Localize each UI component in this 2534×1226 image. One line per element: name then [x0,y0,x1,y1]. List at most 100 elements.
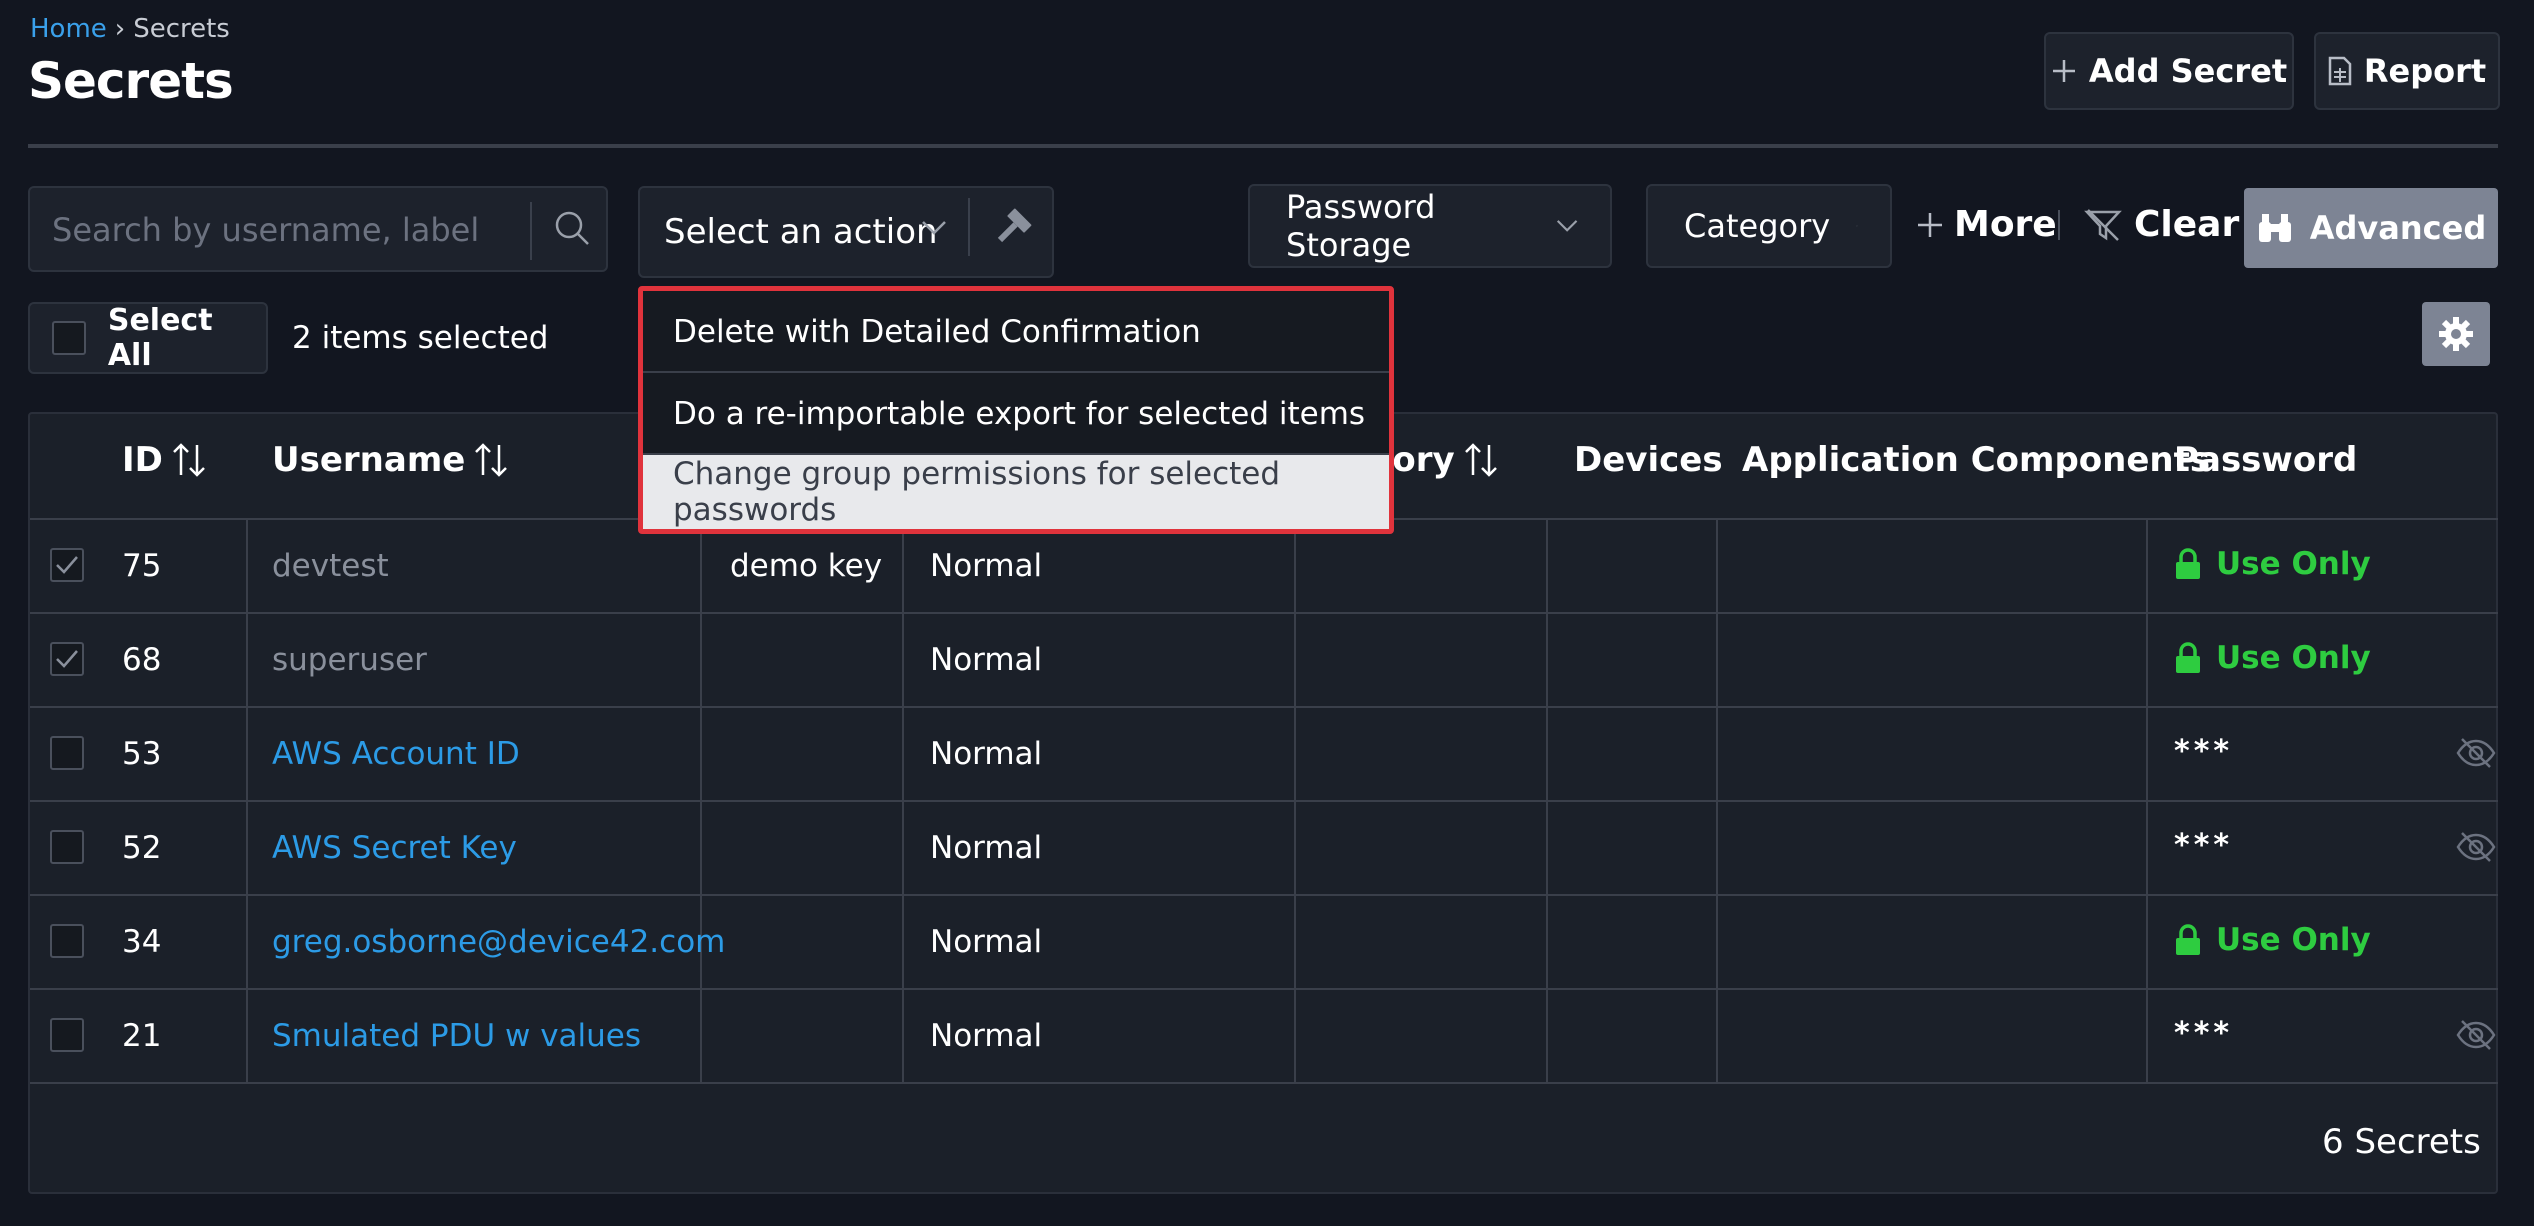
password-masked: *** [2174,828,2234,863]
advanced-search-button[interactable]: Advanced [2244,188,2498,268]
checkmark-icon [56,650,78,668]
column-header-devices: Devices [1574,440,1723,480]
row-checkbox[interactable] [50,830,84,864]
cell-id: 34 [122,924,162,960]
column-header-id[interactable]: ID [122,440,207,480]
report-label: Report [2363,52,2487,90]
clear-label: Clear [2134,204,2240,245]
sort-icon [475,443,508,477]
cell-username: superuser [272,642,427,678]
breadcrumb-home-link[interactable]: Home [30,14,107,44]
row-checkbox[interactable] [50,548,84,582]
eye-slash-icon[interactable] [2456,830,2496,864]
select-all-toggle[interactable]: Select All [28,302,268,374]
breadcrumb-separator: › [114,14,126,44]
cell-storage: Normal [930,830,1043,866]
menu-item-change-group-permissions[interactable]: Change group permissions for selected pa… [643,455,1389,529]
action-dropdown-menu: Delete with Detailed Confirmation Do a r… [638,286,1394,534]
cell-username-link[interactable]: greg.osborne@device42.com [272,924,725,960]
row-checkbox[interactable] [50,736,84,770]
lock-icon [2176,642,2200,673]
more-label: More [1954,204,2057,245]
breadcrumb: Home › Secrets [30,14,230,44]
action-select-label: Select an action [664,212,938,252]
category-filter[interactable]: Category [1646,184,1892,268]
total-count: 6 Secrets [2322,1122,2481,1162]
cell-username-link[interactable]: Smulated PDU w values [272,1018,641,1054]
sort-icon [1464,443,1497,477]
table-bottom-border [30,1082,2498,1084]
lock-icon [2176,548,2200,579]
report-button[interactable]: Report [2314,32,2500,110]
cell-id: 68 [122,642,162,678]
row-checkbox[interactable] [50,924,84,958]
password-use-only: Use Only [2174,922,2371,958]
cell-storage: Normal [930,736,1043,772]
select-all-label: Select All [107,303,213,373]
chevron-down-icon [922,221,946,235]
more-clear-separator [2058,210,2060,240]
checkmark-icon [56,556,78,574]
chevron-down-icon [1556,220,1578,232]
search-input[interactable] [52,206,522,254]
search-separator [530,202,532,260]
sort-icon [172,443,205,477]
select-all-checkbox[interactable] [52,321,86,355]
action-select[interactable]: Select an action [638,186,1054,278]
plus-icon [2052,60,2075,82]
action-separator [968,198,970,256]
column-divider [1546,520,1548,1082]
column-divider [2146,520,2148,1082]
row-checkbox[interactable] [50,642,84,676]
cell-username-link[interactable]: AWS Account ID [272,736,520,772]
cell-storage: Normal [930,1018,1043,1054]
menu-item-delete-detailed[interactable]: Delete with Detailed Confirmation [643,291,1389,373]
password-masked: *** [2174,1016,2234,1051]
column-divider [700,520,702,1082]
category-label: Category [1684,207,1831,245]
cell-storage: Normal [930,548,1043,584]
eye-slash-icon[interactable] [2456,1018,2496,1052]
chevron-down-icon [1856,225,1858,227]
binoculars-icon [2258,214,2291,242]
cell-storage: Normal [930,642,1043,678]
column-divider [1716,520,1718,1082]
clear-filters-button[interactable]: Clear [2084,204,2239,245]
page-title: Secrets [28,52,234,110]
add-secret-label: Add Secret [2088,52,2288,90]
add-secret-button[interactable]: Add Secret [2044,32,2294,110]
header-divider [28,144,2498,148]
cell-id: 21 [122,1018,162,1054]
cell-storage: Normal [930,924,1043,960]
selected-count: 2 items selected [292,320,549,356]
lock-icon [2176,924,2200,955]
column-divider [902,520,904,1082]
cell-id: 53 [122,736,162,772]
filter-clear-icon [2084,208,2122,241]
cell-username-link[interactable]: AWS Secret Key [272,830,517,866]
search-box [28,186,608,272]
more-filters-button[interactable]: More [1916,204,2057,245]
column-header-password: Password [2174,440,2358,480]
column-divider [246,520,248,1082]
password-storage-filter[interactable]: Password Storage [1248,184,1612,268]
gear-icon [2439,317,2473,351]
cell-id: 75 [122,548,162,584]
column-header-username[interactable]: Username [272,440,509,480]
password-use-only: Use Only [2174,640,2371,676]
plus-icon [1918,212,1942,237]
column-header-application-components: Application Components [1742,440,2211,480]
cell-id: 52 [122,830,162,866]
search-icon[interactable] [552,208,592,248]
eye-slash-icon[interactable] [2456,736,2496,770]
report-icon [2328,56,2352,86]
breadcrumb-current: Secrets [133,14,230,44]
hammer-icon[interactable] [990,206,1034,250]
password-use-only: Use Only [2174,546,2371,582]
advanced-label: Advanced [2309,209,2487,247]
row-checkbox[interactable] [50,1018,84,1052]
password-masked: *** [2174,734,2234,769]
menu-item-reimportable-export[interactable]: Do a re-importable export for selected i… [643,373,1389,455]
cell-username: devtest [272,548,389,584]
table-settings-button[interactable] [2422,302,2490,366]
